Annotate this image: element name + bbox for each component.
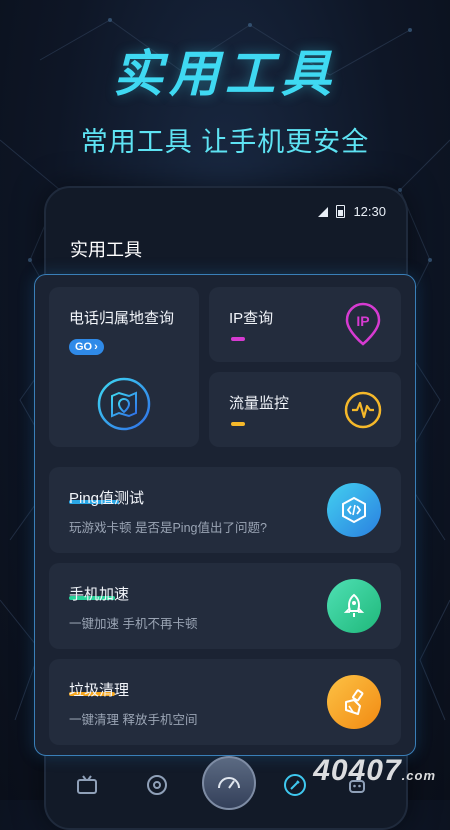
code-hexagon-icon: [342, 496, 366, 524]
phone-boost-icon-button[interactable]: [327, 579, 381, 633]
junk-clean-title: 垃圾清理: [69, 682, 130, 699]
phone-boost-card[interactable]: 手机加速 一键加速 手机不再卡顿: [49, 563, 401, 649]
site-watermark: 40407.com: [313, 754, 436, 788]
watermark-suffix: .com: [401, 768, 436, 783]
junk-clean-subtitle: 一键清理 释放手机空间: [69, 713, 198, 727]
ping-test-subtitle: 玩游戏卡顿 是否是Ping值出了问题?: [69, 521, 267, 535]
signal-icon: [318, 206, 329, 217]
phone-location-title: 电话归属地查询: [69, 310, 175, 327]
broom-icon: [345, 689, 364, 715]
traffic-monitor-title: 流量监控: [229, 395, 290, 412]
tv-icon: [77, 775, 97, 794]
junk-clean-card[interactable]: 垃圾清理 一键清理 释放手机空间: [49, 659, 401, 745]
go-label: GO: [75, 341, 93, 353]
ip-accent-dash: [231, 337, 245, 341]
map-pin-icon: [97, 377, 151, 431]
rocket-icon: [343, 593, 365, 617]
tab-tools[interactable]: [280, 770, 310, 800]
ping-test-icon-button[interactable]: [327, 483, 381, 537]
ip-icon-text: IP: [356, 313, 369, 329]
ping-test-card[interactable]: Ping值测试 玩游戏卡顿 是否是Ping值出了问题?: [49, 467, 401, 553]
traffic-accent-dash: [231, 422, 245, 426]
tools-icon: [284, 774, 306, 796]
traffic-monitor-card[interactable]: 流量监控: [209, 372, 401, 447]
waveform-icon: [344, 391, 382, 429]
ip-lookup-title: IP查询: [229, 310, 274, 327]
battery-icon: [336, 205, 346, 218]
phone-boost-subtitle: 一键加速 手机不再卡顿: [69, 617, 198, 631]
ip-pin-icon: IP: [345, 302, 381, 346]
ping-test-title: Ping值测试: [69, 490, 145, 507]
watermark-text: 40407: [313, 754, 402, 787]
target-icon: [147, 775, 167, 795]
tools-panel: 电话归属地查询 GO › IP查询 IP 流量监控 Ping值测试 玩游戏卡顿 …: [34, 274, 416, 756]
tab-speedometer[interactable]: [202, 756, 256, 810]
promo-headline: 实用工具: [113, 46, 337, 102]
status-bar: 12:30: [318, 204, 386, 219]
phone-boost-title: 手机加速: [69, 586, 130, 603]
chevron-right-icon: ›: [94, 341, 98, 353]
tab-target[interactable]: [142, 770, 172, 800]
ip-lookup-card[interactable]: IP查询 IP: [209, 287, 401, 362]
go-badge[interactable]: GO ›: [69, 339, 104, 355]
junk-clean-icon-button[interactable]: [327, 675, 381, 729]
status-time: 12:30: [353, 204, 386, 219]
phone-location-card[interactable]: 电话归属地查询 GO ›: [49, 287, 199, 447]
page-title: 实用工具: [70, 240, 142, 260]
speedometer-icon: [218, 777, 240, 789]
promo-subline: 常用工具 让手机更安全: [80, 127, 370, 157]
tab-tv[interactable]: [72, 770, 102, 800]
